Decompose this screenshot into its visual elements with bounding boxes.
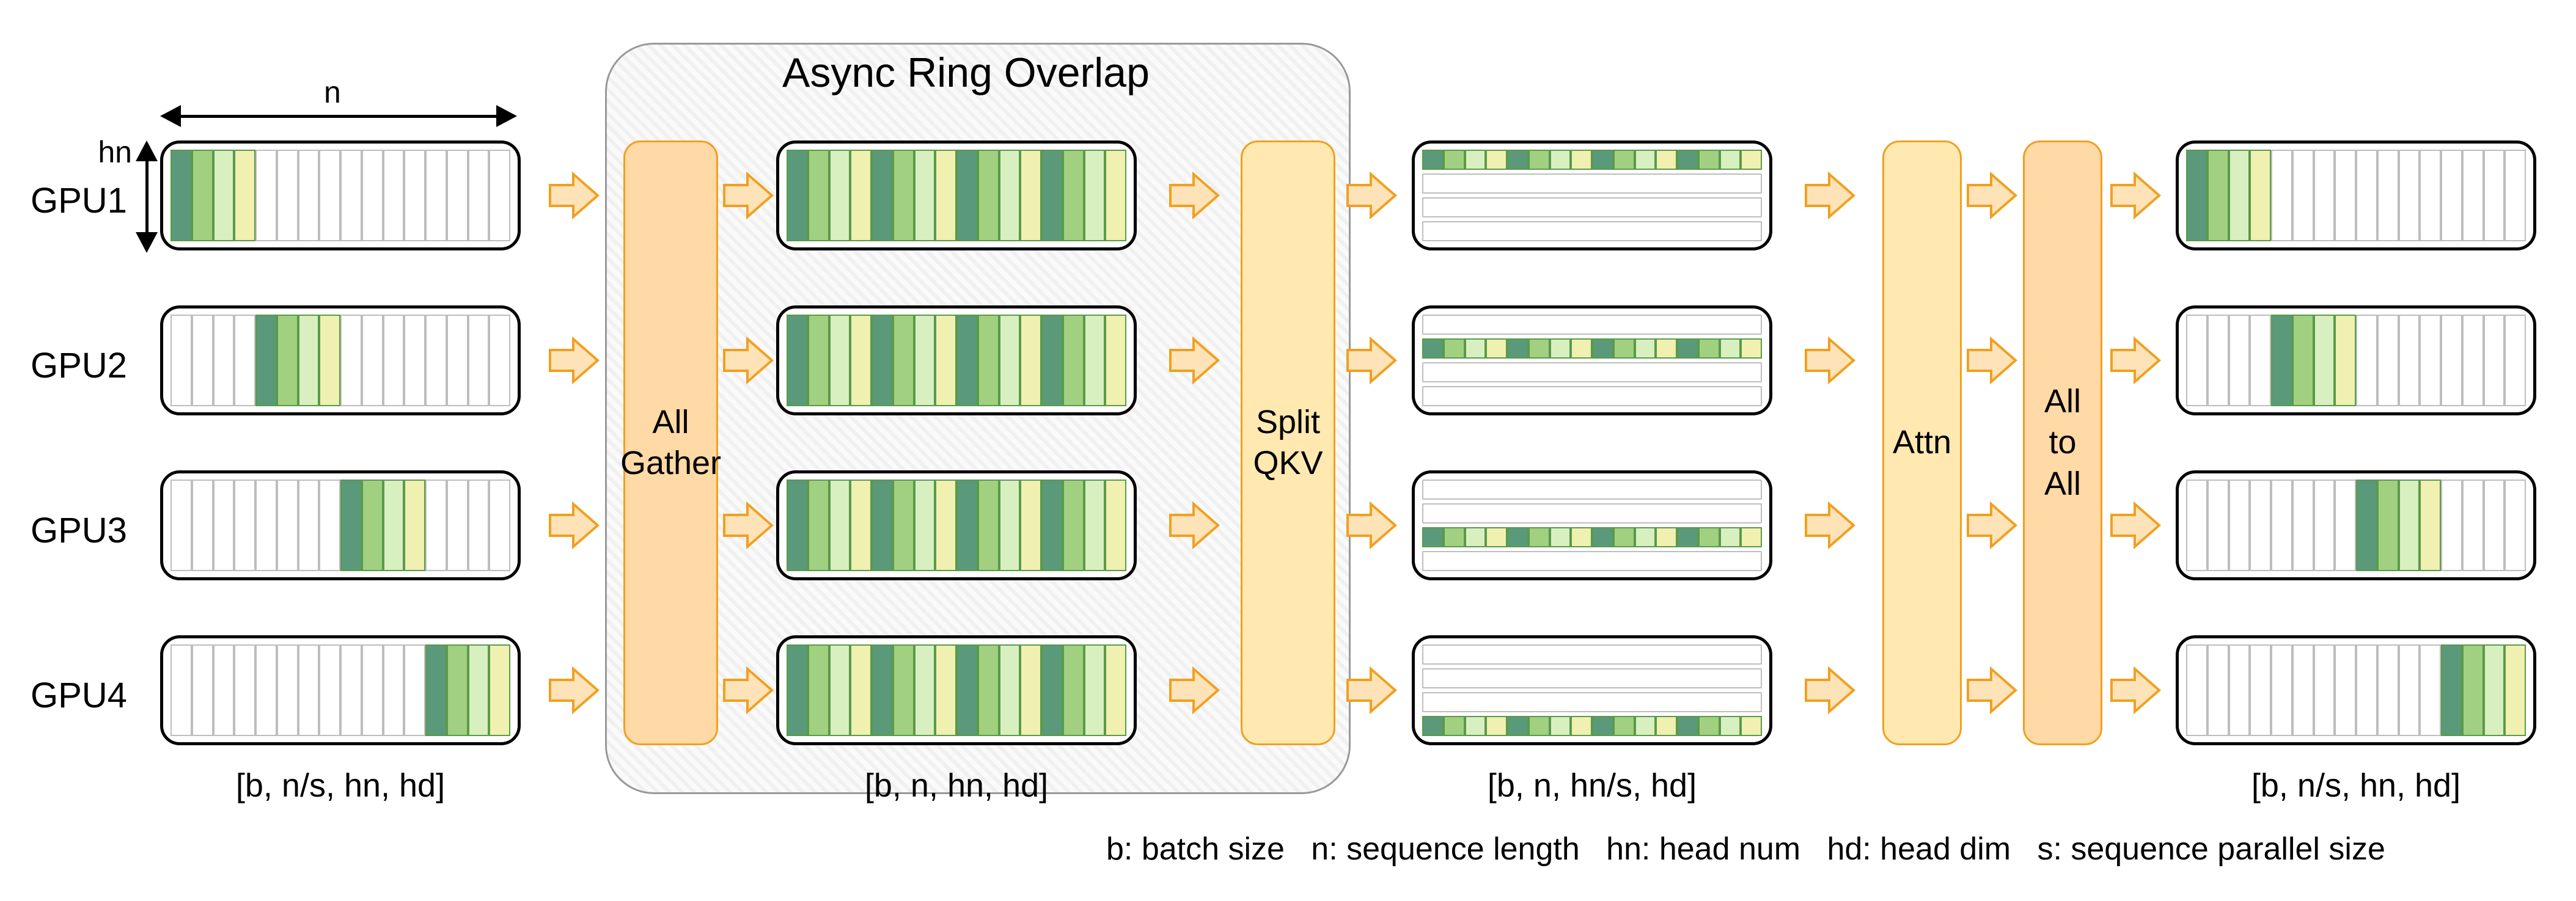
tensor-stage2 (776, 470, 1137, 580)
tensor-stage5 (2176, 470, 2536, 580)
tensor-stage3 (1412, 470, 1772, 580)
dim-label-hn: hn (98, 134, 132, 170)
tensor-stage2 (776, 635, 1137, 745)
tensor-stage1 (160, 470, 521, 580)
gpu-label: GPU1 (31, 180, 153, 221)
tensor-stage3 (1412, 140, 1772, 250)
dim-arrow (145, 160, 149, 233)
dim-label-n: n (324, 75, 341, 110)
shape-caption: [b, n/s, hn, hd] (2176, 767, 2536, 804)
tensor-stage3 (1412, 635, 1772, 745)
op-splitqkv: Split QKV (1241, 140, 1335, 745)
tensor-stage2 (776, 305, 1137, 415)
dim-arrow (180, 115, 497, 118)
tensor-stage1 (160, 305, 521, 415)
tensor-stage1 (160, 635, 521, 745)
tensor-stage3 (1412, 305, 1772, 415)
sequence-parallel-diagram: Async Ring Overlap GPU1 GPU2 GPU3 GPU4 n… (12, 12, 2564, 889)
legend: b: batch size n: sequence length hn: hea… (1106, 831, 2385, 867)
tensor-stage2 (776, 140, 1137, 250)
tensor-stage5 (2176, 635, 2536, 745)
tensor-stage5 (2176, 140, 2536, 250)
arrow-head-icon (160, 105, 181, 127)
arrow-head-icon (136, 232, 158, 253)
op-attn: Attn (1882, 140, 1962, 745)
op-allgather: All Gather (623, 140, 718, 745)
gpu-label: GPU4 (31, 675, 153, 716)
gpu-label: GPU3 (31, 510, 153, 551)
gpu-label: GPU2 (31, 345, 153, 386)
shape-caption: [b, n, hn/s, hd] (1412, 767, 1772, 804)
tensor-stage5 (2176, 305, 2536, 415)
op-alltoall: All to All (2023, 140, 2102, 745)
tensor-stage1 (160, 140, 521, 250)
arrow-head-icon (496, 105, 517, 127)
overlap-title: Async Ring Overlap (782, 49, 1150, 97)
shape-caption: [b, n/s, hn, hd] (160, 767, 521, 804)
shape-caption: [b, n, hn, hd] (776, 767, 1137, 804)
arrow-head-icon (136, 140, 158, 161)
